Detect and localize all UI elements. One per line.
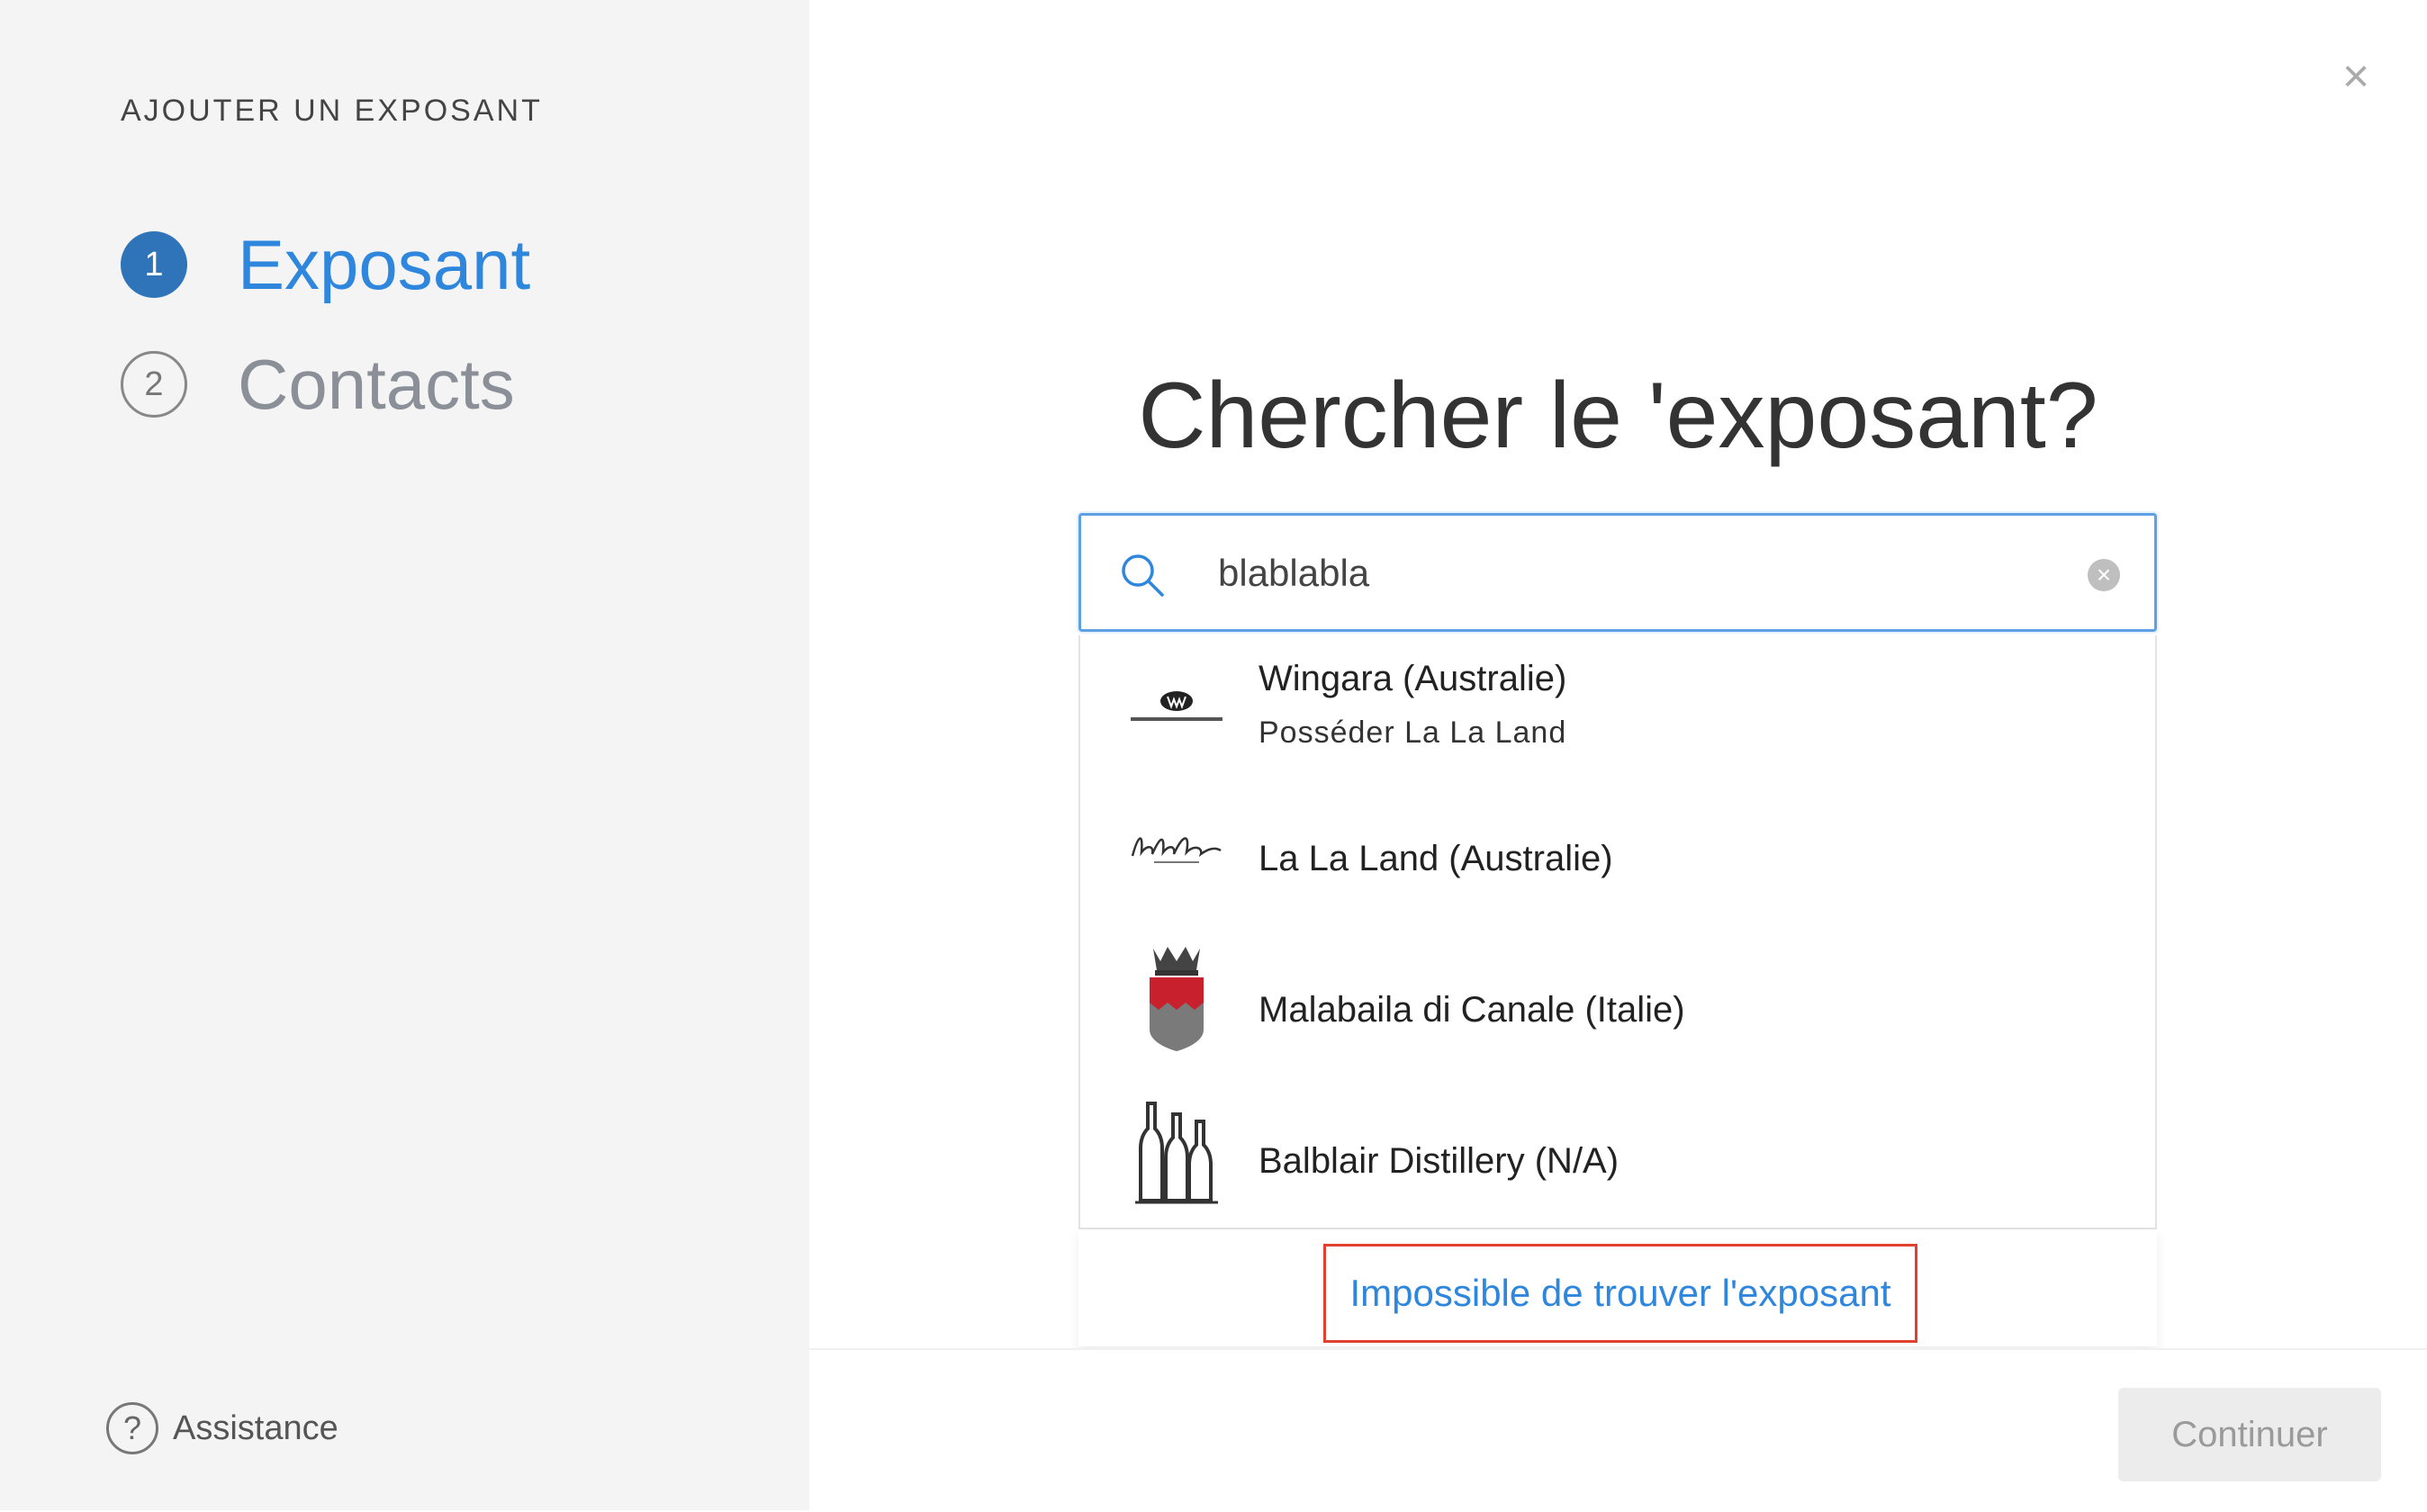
- footer: Continuer: [809, 1348, 2427, 1512]
- question-mark-icon: ?: [106, 1402, 158, 1454]
- step-contacts[interactable]: 2 Contacts: [121, 349, 515, 419]
- sidebar-title: AJOUTER UN EXPOSANT: [121, 94, 543, 128]
- wingara-logo-icon: [1127, 652, 1226, 769]
- balblair-bottles-logo-icon: [1127, 1093, 1226, 1210]
- search-input[interactable]: [1216, 541, 2030, 606]
- malabaila-crest-logo-icon: [1127, 938, 1226, 1055]
- list-item[interactable]: Malabaila di Canale (Italie): [1080, 938, 2155, 1089]
- not-found-area: Impossible de trouver l'exposant: [1078, 1229, 2157, 1346]
- sidebar: AJOUTER UN EXPOSANT 1 Exposant 2 Contact…: [0, 0, 809, 1510]
- result-subtitle: Posséder La La Land: [1259, 716, 1567, 750]
- search-box: ×: [1078, 513, 2157, 632]
- assistance-link[interactable]: ? Assistance: [106, 1402, 338, 1454]
- step-label: Contacts: [238, 345, 515, 424]
- close-icon[interactable]: ×: [2333, 50, 2378, 103]
- search-icon: [1122, 554, 1164, 597]
- list-item[interactable]: Balblair Distillery (N/A): [1080, 1089, 2155, 1240]
- result-name: Malabaila di Canale (Italie): [1259, 990, 1685, 1030]
- la-la-land-logo-icon: [1127, 787, 1226, 904]
- list-item[interactable]: Wingara (Australie) Posséder La La Land: [1080, 635, 2155, 787]
- assistance-label: Assistance: [173, 1408, 338, 1447]
- list-item[interactable]: La La Land (Australie): [1080, 787, 2155, 938]
- continue-button[interactable]: Continuer: [2118, 1388, 2381, 1481]
- step-number-badge: 1: [121, 231, 187, 298]
- step-exposant[interactable]: 1 Exposant: [121, 230, 530, 300]
- step-number-badge: 2: [121, 351, 187, 418]
- result-name: Wingara (Australie): [1259, 659, 1567, 698]
- clear-search-icon[interactable]: ×: [2088, 559, 2120, 591]
- step-label: Exposant: [238, 225, 531, 304]
- not-found-link[interactable]: Impossible de trouver l'exposant: [1323, 1244, 1917, 1343]
- search-results-list: Wingara (Australie) Posséder La La Land …: [1078, 635, 2157, 1229]
- result-name: La La Land (Australie): [1259, 839, 1613, 878]
- page-title: Chercher le 'exposant?: [1138, 364, 2098, 468]
- result-name: Balblair Distillery (N/A): [1259, 1141, 1620, 1181]
